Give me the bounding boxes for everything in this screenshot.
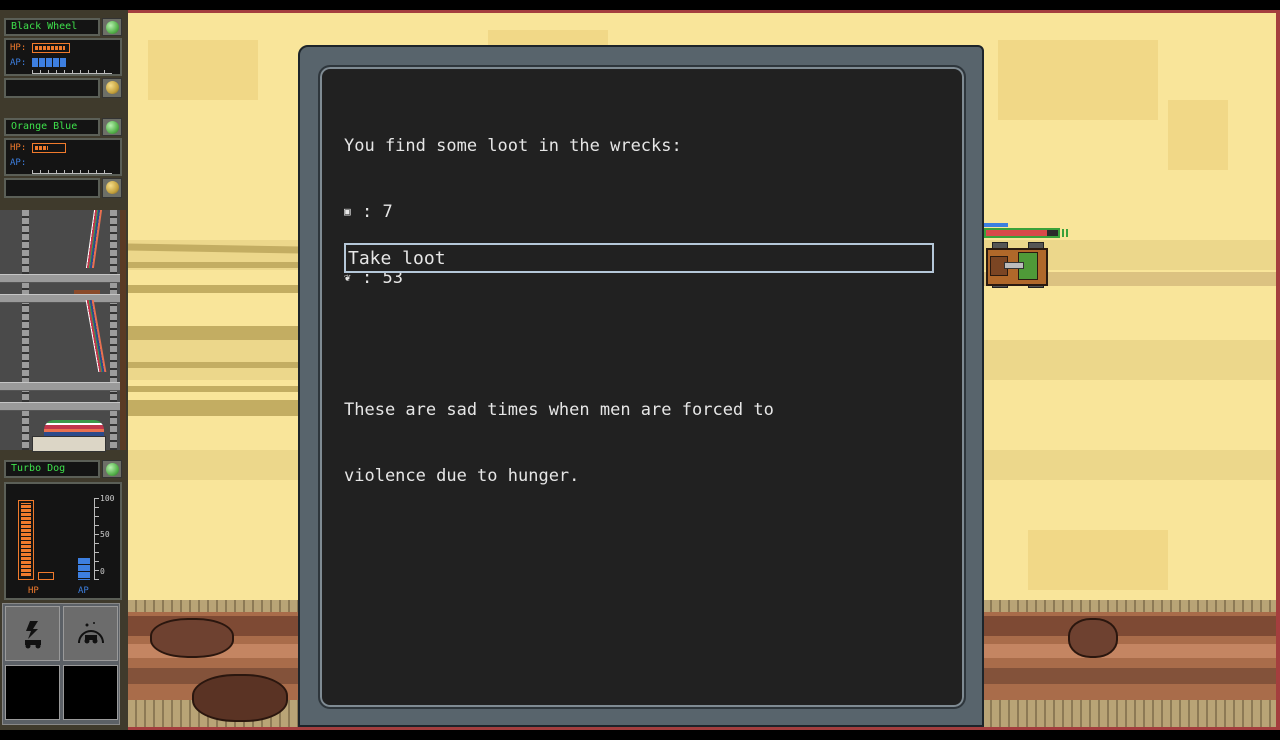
scale-tick: 0: [100, 567, 105, 576]
vehicle-gauge: 100 50 0 HP AP: [4, 482, 122, 600]
status-orb-icon[interactable]: [102, 18, 122, 36]
party-member-name: Orange Blue: [4, 118, 100, 136]
event-dialog: You find some loot in the wrecks: ▣ : 7 …: [298, 45, 984, 727]
vehicle-name: Turbo Dog: [4, 460, 100, 478]
hp-bar: [32, 143, 66, 153]
enemy-vehicle[interactable]: [984, 240, 1048, 288]
ability-boost[interactable]: [5, 606, 60, 661]
hp-label: HP:: [10, 143, 27, 153]
party-hud: Black Wheel HP: AP: Orange Blue HP: AP:: [0, 10, 128, 730]
ap-label: AP: [78, 586, 89, 596]
ap-scale: [32, 170, 112, 174]
ap-scale: [32, 70, 112, 74]
status-orb-icon[interactable]: [102, 118, 122, 136]
enemy-pips: [1058, 229, 1068, 237]
party-member-stats: HP: AP:: [4, 138, 122, 176]
item-orb-icon[interactable]: [102, 178, 122, 198]
gauge-scale: [94, 498, 99, 580]
ability-shield-scan[interactable]: [63, 606, 118, 661]
dialog-screen: You find some loot in the wrecks: ▣ : 7 …: [318, 65, 966, 709]
fuel-can-icon: ▣: [344, 205, 351, 218]
dialog-body: You find some loot in the wrecks: ▣ : 7 …: [344, 91, 944, 531]
dialog-flavor-line: violence due to hunger.: [344, 466, 580, 486]
vehicle-cargo-rack: [0, 210, 126, 452]
party-member-stats: HP: AP:: [4, 38, 122, 76]
map-border-bottom: [128, 727, 1280, 730]
hp-label: HP: [28, 586, 39, 596]
item-orb-icon[interactable]: [102, 78, 122, 98]
ap-label: AP:: [10, 58, 27, 68]
take-loot-button[interactable]: Take loot: [344, 243, 934, 273]
equipment-slot[interactable]: [4, 178, 100, 198]
vehicle-hp-bar: [18, 500, 34, 580]
dialog-flavor-line: These are sad times when men are forced …: [344, 400, 774, 420]
ability-grid: [2, 603, 120, 725]
map-border-right: [1276, 10, 1280, 728]
boost-icon: [25, 621, 41, 649]
loot-item: ▣ : 7: [344, 201, 944, 223]
equipment-slot[interactable]: [4, 78, 100, 98]
ability-slot-empty[interactable]: [63, 665, 118, 720]
ap-label: AP:: [10, 158, 27, 168]
enemy-hp-bar: [984, 228, 1060, 238]
hp-bar: [32, 43, 70, 53]
shield-scan-icon: [78, 622, 104, 644]
food-icon: ❦: [344, 271, 351, 284]
dialog-intro: You find some loot in the wrecks:: [344, 136, 682, 156]
hp-label: HP:: [10, 43, 27, 53]
scale-tick: 50: [100, 530, 110, 539]
vehicle-hp-reserve: [38, 572, 54, 580]
enemy-ap-bar: [984, 223, 1008, 227]
ability-slot-empty[interactable]: [5, 665, 60, 720]
party-member-name: Black Wheel: [4, 18, 100, 36]
vehicle-ap-bar: [78, 558, 90, 580]
ap-bar: [32, 58, 67, 67]
status-orb-icon[interactable]: [102, 460, 122, 478]
map-border-top: [128, 10, 1280, 13]
loot-amount: : 7: [362, 202, 393, 222]
scale-tick: 100: [100, 494, 115, 503]
